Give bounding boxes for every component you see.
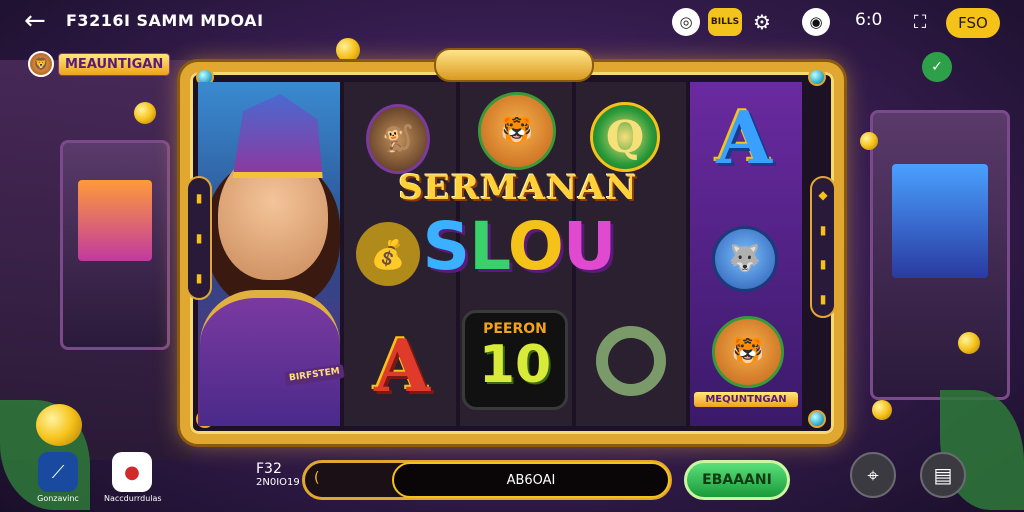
bet-bar-mark: ( — [314, 470, 320, 486]
side-dot-icon: ▮ — [195, 271, 203, 285]
side-dot-icon: ◆ — [818, 188, 828, 203]
side-dot-icon: ▮ — [819, 291, 827, 306]
logo-letter: S — [422, 208, 471, 285]
game-logo: SLOU — [394, 214, 644, 280]
hero-body — [200, 290, 340, 426]
gem-ornament — [808, 68, 826, 86]
letter-a-symbol: A — [716, 94, 772, 180]
back-arrow-icon[interactable]: ← — [24, 6, 46, 36]
prize-box: PEERON 10 — [462, 310, 568, 410]
right-side-menu[interactable]: ◆ ▮ ▮ ▮ — [810, 176, 836, 318]
arcade-machine-left — [60, 140, 170, 350]
wolf-symbol-icon: 🐺 — [712, 226, 778, 292]
gold-coin — [958, 332, 980, 354]
brand-logo-icon: 🦁 — [28, 51, 54, 77]
game-headline: SERMANAN — [398, 168, 638, 208]
grid-icon[interactable]: ⛶ — [906, 8, 934, 36]
sound-icon[interactable]: ◉ — [802, 8, 830, 36]
frame-crest — [434, 48, 594, 82]
app-logo-icon: ⟋ — [38, 452, 78, 492]
currency-button[interactable]: FSO — [946, 8, 1000, 38]
q-coin-symbol: Q — [590, 102, 660, 172]
tiger-symbol-icon: 🐯 — [712, 316, 784, 388]
page-title: F3216I SAMM MDOAI — [66, 11, 264, 30]
balance-bottom: 2N0IO19 — [256, 477, 300, 489]
side-dot-icon: ▮ — [195, 231, 203, 245]
app-shortcut-label: Naccdurrdulas — [104, 494, 162, 503]
check-icon[interactable]: ✓ — [922, 52, 952, 82]
chest-icon[interactable]: ▤ — [920, 452, 966, 498]
column-tag: MEQUNTNGAN — [694, 392, 798, 407]
arcade-machine-right — [870, 110, 1010, 400]
ring-symbol — [596, 326, 666, 396]
app-shortcut[interactable]: ⟋ Gonzavinc — [30, 452, 86, 503]
gold-coin — [860, 132, 878, 150]
game-brand: 🦁 MEAUNTIGAN — [28, 51, 171, 77]
gear-icon[interactable]: ⚙ — [748, 8, 776, 36]
gold-coin — [134, 102, 156, 124]
app-shortcut[interactable]: ● Naccdurrdulas — [104, 452, 162, 503]
logo-letter: O — [507, 208, 564, 285]
side-dot-icon: ▮ — [819, 257, 827, 272]
letter-a-symbol: A — [374, 322, 430, 408]
app-shortcut-label: Gonzavinc — [37, 494, 79, 503]
balance-top: F32 — [256, 461, 282, 477]
counter-readout: 6:0 — [855, 10, 883, 30]
crosshair-icon[interactable]: ⌖ — [850, 452, 896, 498]
left-side-menu[interactable]: ▮ ▮ ▮ — [186, 176, 212, 300]
side-dot-icon: ▮ — [195, 191, 203, 205]
logo-letter: L — [469, 208, 509, 285]
app-logo-icon: ● — [112, 452, 152, 492]
side-dot-icon: ▮ — [819, 222, 827, 237]
brand-name: MEAUNTIGAN — [58, 52, 171, 76]
gem-ornament — [808, 410, 826, 428]
monkey-symbol-icon: 🐒 — [366, 104, 430, 174]
gold-coin — [36, 404, 82, 446]
top-bar: ← F3216I SAMM MDOAI ◎ BILLS ⚙ ◉ 6:0 ⛶ FS… — [0, 0, 1024, 44]
spin-button[interactable]: EBAAANI — [684, 460, 790, 500]
bet-input[interactable]: AB6OAI — [392, 462, 670, 498]
gold-coin — [872, 400, 892, 420]
logo-letter: U — [562, 208, 617, 285]
coin-currency-icon[interactable]: ◎ — [672, 8, 700, 36]
tiger-symbol-icon: 🐯 — [478, 92, 556, 170]
bills-badge[interactable]: BILLS — [708, 8, 742, 36]
prize-value: 10 — [478, 335, 552, 395]
balance-readout: F32 2N0IO19 — [256, 461, 300, 489]
